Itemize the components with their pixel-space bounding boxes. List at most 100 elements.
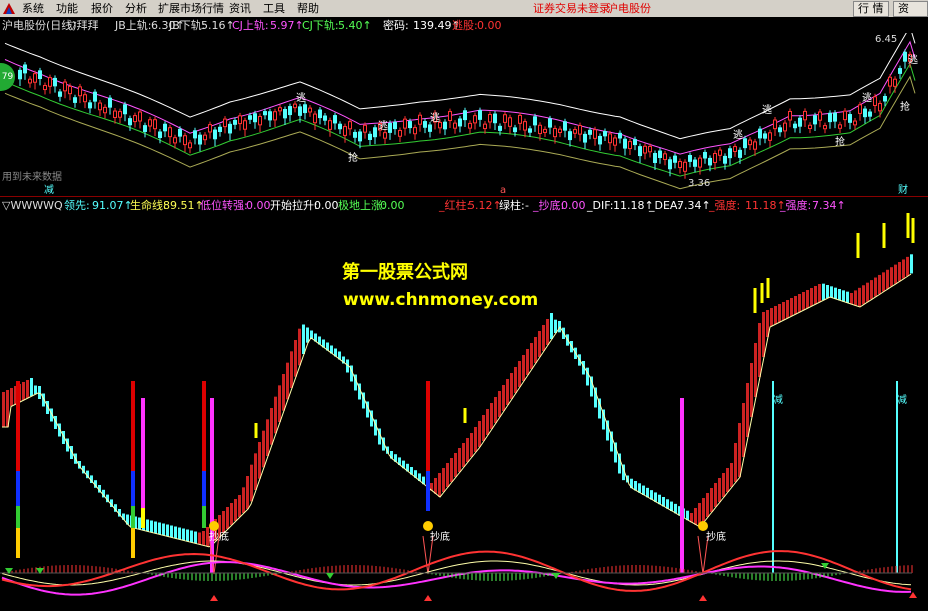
up-arrow-icon — [210, 595, 218, 601]
trend-bar — [438, 473, 441, 497]
candle-body — [718, 149, 722, 156]
candle-body — [858, 104, 862, 114]
trend-bar — [502, 385, 505, 411]
candle-body — [863, 108, 867, 118]
red-bar-value: 5.12↑ — [468, 199, 502, 212]
candle-body — [153, 119, 157, 130]
trade-login-status[interactable]: 证券交易未登录 — [533, 2, 610, 15]
candle-body — [698, 157, 702, 168]
trend-bar — [846, 291, 849, 303]
strength1-label: _强度: — [709, 199, 741, 212]
signal-bar — [141, 398, 145, 508]
candle-body — [678, 161, 682, 168]
candle-body — [128, 118, 132, 126]
trend-bar — [910, 254, 913, 274]
candle-body — [563, 121, 567, 131]
signal-bar — [426, 381, 430, 471]
candle-body — [413, 127, 417, 135]
lead-value: 91.07↑ — [92, 199, 133, 212]
trend-bar — [694, 508, 697, 525]
candle-body — [143, 125, 147, 132]
candle-body — [188, 142, 192, 149]
candle-body — [33, 73, 37, 83]
strength2-label: _强度: — [780, 199, 812, 212]
menu-item-news[interactable]: 资讯 — [229, 2, 251, 15]
candle-body — [558, 128, 562, 134]
candle-body — [248, 115, 252, 120]
menu-item-system[interactable]: 系统 — [22, 2, 44, 15]
candle-body — [253, 113, 257, 123]
candle-body — [468, 122, 472, 129]
up-arrow-icon — [909, 592, 917, 598]
kline-indicator-name[interactable]: ▽拜拜 — [68, 19, 98, 32]
signal-bar — [202, 471, 206, 506]
candle-body — [213, 129, 217, 140]
kline-bottom-left-label: 减 — [44, 184, 54, 196]
candle-body — [553, 128, 557, 138]
candle-body — [618, 132, 622, 139]
candle-body — [428, 124, 432, 132]
candle-body — [843, 110, 847, 121]
signal-bar — [202, 506, 206, 528]
trend-bar — [246, 476, 249, 509]
indicator-title[interactable]: ▽WWWWQ — [2, 199, 63, 212]
menu-item-quote[interactable]: 报价 — [91, 2, 113, 15]
candle-body — [473, 115, 477, 124]
candle-body — [733, 146, 737, 152]
mima-label: 密码: — [383, 19, 409, 32]
chaodi-label: _抄底: — [533, 199, 565, 212]
news-button[interactable]: 资 讯 — [893, 1, 928, 29]
menu-item-tools[interactable]: 工具 — [263, 2, 285, 15]
trend-bar — [22, 382, 25, 400]
candle-body — [368, 133, 372, 140]
trend-bar — [302, 324, 305, 354]
trend-bar — [542, 325, 545, 351]
candle-body — [38, 70, 42, 80]
candle-body — [58, 91, 62, 97]
trend-bar — [234, 499, 237, 521]
trend-bar — [782, 302, 785, 320]
candle-body — [538, 124, 542, 135]
candle-body — [688, 155, 692, 162]
candle-body — [738, 149, 742, 158]
trend-bar — [746, 383, 749, 437]
trend-bar — [490, 403, 493, 429]
trend-bar — [902, 259, 905, 279]
quote-button[interactable]: 行 情 — [853, 1, 889, 17]
candle-body — [788, 111, 792, 121]
menu-item-ext-market[interactable]: 扩展市场行情 — [158, 2, 224, 15]
candle-body — [393, 121, 397, 130]
trend-bar — [486, 409, 489, 435]
chaodi-mark-label: 抄底 — [430, 530, 450, 543]
candle-body — [358, 131, 362, 142]
candle-body — [43, 85, 47, 91]
signal-bar — [680, 398, 684, 573]
candle-body — [488, 114, 492, 123]
signal-bar — [202, 381, 206, 471]
candle-body — [83, 94, 87, 103]
trend-bar — [514, 367, 517, 393]
trend-bar — [466, 438, 469, 462]
menu-item-help[interactable]: 帮助 — [297, 2, 319, 15]
candle-body — [838, 124, 842, 129]
candle-body — [73, 97, 77, 103]
dea-value: 7.34↑ — [677, 199, 711, 212]
trend-bar — [558, 321, 561, 333]
candle-body — [543, 128, 547, 133]
chaodi-smiley-icon — [698, 521, 708, 531]
kline-chart[interactable]: 逃逃逃逃逃逃逃抢抢抢 6.45 3.36 用到未来数据 减 a 财 — [0, 33, 928, 197]
trend-bar — [34, 385, 37, 394]
menu-item-analysis[interactable]: 分析 — [125, 2, 147, 15]
candle-body — [443, 121, 447, 130]
menu-item-function[interactable]: 功能 — [56, 2, 78, 15]
low-turn-value: 0.00 — [246, 199, 271, 212]
trend-bar — [522, 355, 525, 381]
chaodi-value: 0.00 — [561, 199, 586, 212]
trend-bar — [26, 380, 29, 398]
trend-bar — [870, 280, 873, 300]
candle-body — [483, 123, 487, 130]
candle-body — [758, 128, 762, 139]
trend-bar — [270, 408, 273, 445]
candle-body — [203, 134, 207, 141]
trend-bar — [794, 296, 797, 314]
